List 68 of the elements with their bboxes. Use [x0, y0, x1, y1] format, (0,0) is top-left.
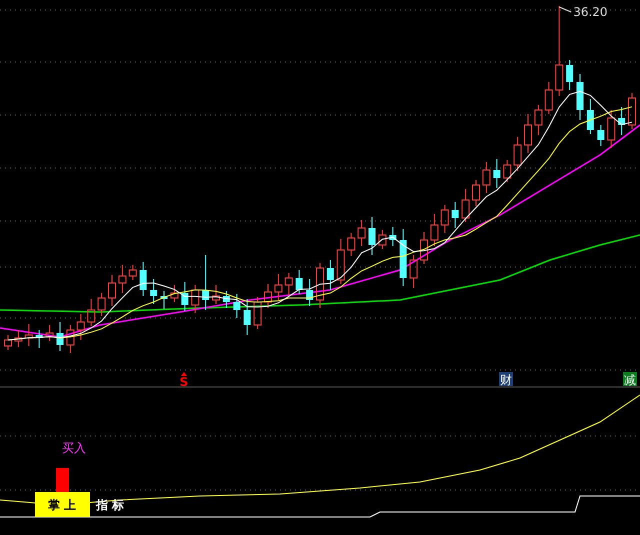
- candlestick: [306, 278, 314, 306]
- candlestick: [24, 324, 33, 346]
- candlestick: [452, 202, 459, 228]
- candlestick: [191, 284, 200, 314]
- candlestick: [264, 284, 272, 308]
- candlestick: [400, 228, 407, 286]
- candlestick: [128, 264, 137, 280]
- candlestick: [410, 254, 418, 288]
- candlestick: [76, 314, 85, 340]
- candlestick: [514, 136, 522, 172]
- candlestick: [140, 262, 147, 296]
- candlestick: [170, 284, 178, 302]
- candlestick: [566, 60, 574, 90]
- candlestick: [108, 274, 116, 306]
- candlestick: [98, 292, 106, 316]
- candlestick: [336, 238, 345, 284]
- candlestick: [628, 92, 636, 130]
- candlestick: [586, 98, 594, 134]
- candlestick: [181, 282, 188, 312]
- candlestick: [544, 82, 553, 114]
- indicator-badge: 掌 上: [35, 492, 90, 517]
- candlestick: [202, 254, 210, 310]
- candlestick: [597, 124, 604, 146]
- event-badge[interactable]: 减: [623, 372, 637, 387]
- leader-line: [558, 6, 572, 12]
- candlestick: [326, 260, 334, 290]
- candlestick: [534, 104, 542, 136]
- candlestick: [618, 106, 626, 136]
- candlestick: [222, 290, 230, 308]
- candlestick: [493, 158, 500, 188]
- candlestick: [430, 214, 438, 246]
- candlestick: [524, 114, 532, 154]
- candlestick: [420, 232, 428, 264]
- candlestick: [212, 284, 220, 304]
- candlestick: [274, 274, 282, 300]
- candlestick: [233, 294, 240, 318]
- candlestick: [503, 160, 512, 182]
- candlestick: [254, 296, 262, 330]
- candlestick: [347, 232, 356, 256]
- candlestick: [4, 334, 12, 350]
- candlestick: [66, 324, 74, 354]
- candlestick: [14, 330, 22, 348]
- indicator-label: 指 标: [96, 498, 124, 512]
- candlestick: [576, 74, 584, 120]
- candlestick: [244, 298, 251, 336]
- candlestick: [36, 330, 43, 348]
- candlestick: [56, 322, 64, 352]
- signal-bar: [56, 468, 69, 492]
- candlestick: [160, 290, 168, 310]
- price-high-label: 36.20: [573, 5, 608, 19]
- candlestick: [440, 204, 449, 234]
- candlestick: [118, 264, 126, 294]
- candlestick: [87, 298, 96, 326]
- candlestick: [389, 226, 396, 246]
- candlestick: [378, 230, 386, 250]
- candlestick: [607, 110, 616, 148]
- candlestick: [316, 262, 324, 308]
- candlestick: [482, 162, 490, 194]
- candlestick: [296, 270, 303, 294]
- candlestick: [284, 272, 293, 296]
- candlestick: [462, 188, 470, 222]
- candlestick: [368, 216, 376, 256]
- candlestick: [150, 278, 158, 304]
- buy-signal-label: 买入: [62, 441, 86, 455]
- candlestick: [472, 180, 480, 206]
- candlestick: [358, 220, 366, 246]
- candlestick: [46, 324, 54, 342]
- event-badge[interactable]: 财: [499, 372, 513, 387]
